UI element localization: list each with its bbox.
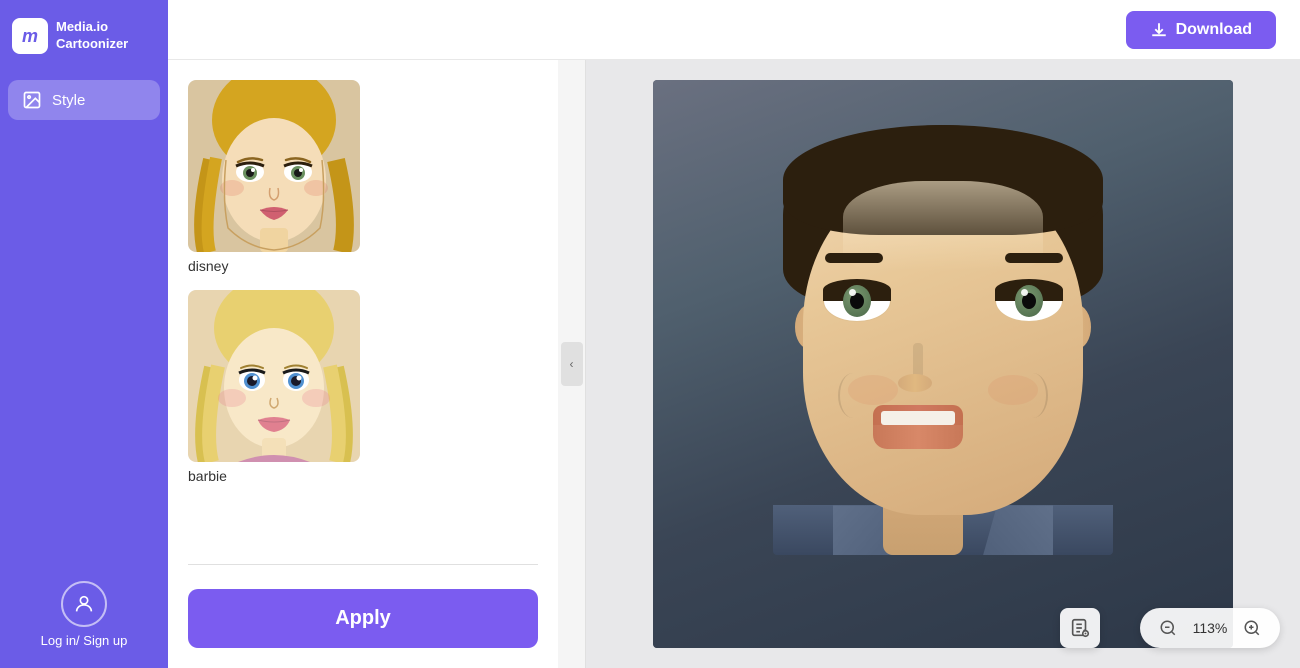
divider-line bbox=[188, 564, 538, 565]
eyes bbox=[823, 280, 1063, 322]
styles-scroll[interactable]: disney bbox=[168, 60, 558, 556]
notes-svg-icon bbox=[1069, 617, 1091, 639]
highlight-left bbox=[849, 289, 856, 296]
user-login-label: Log in/ Sign up bbox=[41, 633, 128, 648]
nose-bridge bbox=[913, 343, 923, 378]
app-subtitle: Cartoonizer bbox=[56, 36, 128, 53]
collapse-icon: ‹ bbox=[570, 357, 574, 371]
eye-right bbox=[995, 280, 1063, 322]
eyebrows bbox=[825, 253, 1063, 263]
smile-line-right bbox=[1018, 373, 1048, 418]
user-icon-circle bbox=[61, 581, 107, 627]
mouth bbox=[873, 405, 963, 449]
zoom-in-button[interactable] bbox=[1240, 616, 1264, 640]
preview-image bbox=[653, 80, 1233, 648]
app-name: Media.io bbox=[56, 19, 128, 36]
upper-lip bbox=[873, 405, 963, 425]
download-button[interactable]: Download bbox=[1126, 11, 1276, 49]
preview-area: 113% bbox=[586, 60, 1300, 668]
teeth bbox=[881, 411, 955, 425]
brow-left bbox=[825, 253, 883, 263]
style-item-barbie[interactable]: barbie bbox=[188, 290, 538, 484]
style-item-disney[interactable]: disney bbox=[188, 80, 538, 274]
lower-lip bbox=[873, 425, 963, 449]
topbar: Download bbox=[168, 0, 1300, 60]
apply-area: Apply bbox=[168, 573, 558, 668]
logo-icon: m bbox=[12, 18, 48, 54]
smile-line-left bbox=[838, 373, 868, 418]
notes-icon[interactable] bbox=[1060, 608, 1100, 648]
disney-label: disney bbox=[188, 258, 538, 274]
barbie-label: barbie bbox=[188, 468, 538, 484]
nose-tip bbox=[898, 374, 932, 392]
barbie-thumbnail bbox=[188, 290, 360, 462]
iris-right bbox=[1015, 285, 1043, 317]
face-head bbox=[773, 125, 1113, 555]
main: Download bbox=[168, 0, 1300, 668]
style-panel: disney bbox=[168, 60, 558, 668]
highlight-right bbox=[1021, 289, 1028, 296]
zoom-out-icon bbox=[1159, 619, 1177, 637]
download-label: Download bbox=[1176, 21, 1252, 39]
sidebar: m Media.io Cartoonizer Style Log in/ Sig… bbox=[0, 0, 168, 668]
zoom-in-icon bbox=[1243, 619, 1261, 637]
cartoon-face bbox=[653, 80, 1233, 648]
logo-text: Media.io Cartoonizer bbox=[56, 19, 128, 53]
user-icon bbox=[73, 593, 95, 615]
sidebar-item-style[interactable]: Style bbox=[8, 80, 160, 120]
nose bbox=[898, 343, 938, 393]
sidebar-item-style-label: Style bbox=[52, 92, 85, 109]
logo-letter: m bbox=[22, 26, 38, 47]
collapse-handle[interactable]: ‹ bbox=[558, 60, 586, 668]
zoom-out-button[interactable] bbox=[1156, 616, 1180, 640]
image-icon bbox=[22, 90, 42, 110]
brow-right bbox=[1005, 253, 1063, 263]
collar-right bbox=[983, 505, 1053, 555]
download-icon bbox=[1150, 21, 1168, 39]
zoom-value: 113% bbox=[1190, 620, 1230, 636]
logo-area: m Media.io Cartoonizer bbox=[0, 0, 168, 72]
apply-button[interactable]: Apply bbox=[188, 589, 538, 648]
disney-thumbnail bbox=[188, 80, 360, 252]
zoom-controls: 113% bbox=[1140, 608, 1280, 648]
iris-left bbox=[843, 285, 871, 317]
collapse-button[interactable]: ‹ bbox=[561, 342, 583, 386]
eye-left bbox=[823, 280, 891, 322]
content-area: disney bbox=[168, 60, 1300, 668]
nav-items: Style bbox=[0, 72, 168, 128]
user-area[interactable]: Log in/ Sign up bbox=[41, 581, 128, 648]
